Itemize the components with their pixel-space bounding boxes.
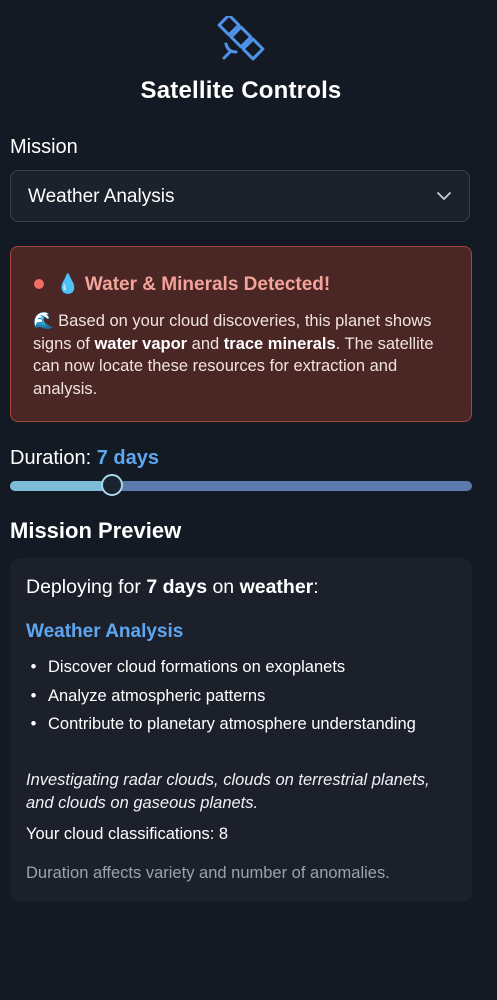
list-item: • Contribute to planetary atmosphere unde…: [26, 715, 416, 733]
satellite-icon: [217, 16, 265, 61]
duration-label-text: Duration:: [10, 447, 92, 469]
deploy-summary: Deploying for 7 days on weather:: [26, 576, 319, 599]
list-item: • Analyze atmospheric patterns: [26, 686, 266, 705]
alert-highlight-trace-minerals: trace minerals: [223, 334, 336, 353]
list-item: • Discover cloud formations on exoplanets: [26, 658, 346, 676]
alert-body: 🌊 Based on your cloud discoveries, this …: [33, 310, 453, 400]
page-title: Satellite Controls: [140, 77, 342, 104]
duration-footnote: Duration affects variety and number of a…: [26, 864, 390, 882]
mission-subtitle: Weather Analysis: [26, 621, 184, 642]
deploy-prefix: Deploying for: [26, 576, 147, 598]
mission-goals-list: • Discover cloud formations on exoplanets…: [26, 656, 456, 742]
slider-thumb[interactable]: [101, 474, 123, 496]
duration-slider[interactable]: [10, 474, 472, 498]
alert-status-dot: [34, 279, 44, 289]
mission-select[interactable]: Weather Analysis: [10, 170, 470, 222]
classification-count: Your cloud classifications: 8: [26, 825, 229, 843]
alert-highlight-water-vapor: water vapor: [94, 334, 188, 353]
investigation-note: Investigating radar clouds, clouds on te…: [26, 771, 430, 812]
deploy-suffix: :: [313, 576, 319, 598]
chevron-down-icon: [437, 192, 451, 200]
alert-body-mid: and: [187, 334, 224, 353]
slider-fill: [10, 481, 112, 491]
mission-label: Mission: [10, 136, 78, 158]
deploy-days: 7 days: [146, 576, 208, 598]
duration-label: Duration: 7 days: [10, 447, 159, 470]
mission-preview-heading: Mission Preview: [10, 518, 182, 543]
alert-title: 💧 Water & Minerals Detected!: [56, 274, 331, 295]
duration-value: 7 days: [96, 447, 159, 469]
mission-preview-card: Deploying for 7 days on weather: Weather…: [10, 558, 472, 902]
mission-select-value: Weather Analysis: [28, 186, 175, 207]
deploy-type: weather: [239, 576, 314, 598]
deploy-mid: on: [207, 576, 240, 598]
resource-alert: 💧 Water & Minerals Detected! 🌊 Based on …: [10, 246, 472, 422]
